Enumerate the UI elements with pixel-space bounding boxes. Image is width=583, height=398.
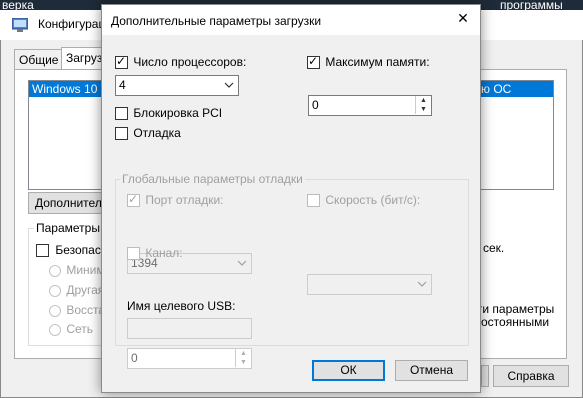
spin-down-icon[interactable]: ▼ bbox=[416, 105, 431, 114]
advanced-options-button[interactable]: Дополнитель bbox=[28, 192, 108, 214]
channel-value: 0 bbox=[131, 351, 138, 365]
num-processors-label: Число процессоров: bbox=[133, 55, 247, 69]
radio-alternate-circle[interactable] bbox=[49, 284, 61, 297]
safe-boot-label: Безопасн bbox=[55, 243, 108, 257]
boot-options-label: Параметры з bbox=[34, 221, 111, 235]
ok-button[interactable]: ОК bbox=[312, 360, 385, 381]
cancel-button[interactable]: Отмена bbox=[395, 360, 468, 381]
usb-target-input[interactable] bbox=[127, 318, 252, 339]
os-item-right-text: ю ОС bbox=[481, 82, 512, 96]
radio-network-label: Сеть bbox=[66, 322, 94, 336]
channel-label: Канал: bbox=[145, 246, 183, 260]
baud-rate-select[interactable] bbox=[307, 274, 432, 295]
global-debug-settings-label: Глобальные параметры отладки bbox=[120, 172, 305, 186]
channel-input[interactable]: 0 ▲ ▼ bbox=[127, 348, 252, 369]
radio-minimal-circle[interactable] bbox=[49, 264, 61, 277]
persistent-text-1: ги параметры bbox=[478, 302, 555, 316]
pci-lock-option[interactable]: Блокировка PCI bbox=[115, 106, 223, 121]
debug-port-label: Порт отладки: bbox=[145, 193, 224, 207]
radio-alternate-shell[interactable]: Другая bbox=[49, 283, 104, 297]
safe-boot-option[interactable]: Безопасн bbox=[36, 243, 108, 258]
dialog-title: Дополнительные параметры загрузки bbox=[111, 14, 322, 28]
radio-network[interactable]: Сеть bbox=[49, 322, 93, 336]
debug-label: Отладка bbox=[133, 126, 181, 140]
spin-up-icon[interactable]: ▲ bbox=[416, 96, 431, 105]
timeout-unit-text: сек. bbox=[483, 241, 505, 255]
debug-port-option[interactable]: Порт отладки: bbox=[127, 192, 224, 208]
tab-boot[interactable]: Загрузк bbox=[61, 47, 108, 69]
pci-lock-label: Блокировка PCI bbox=[133, 106, 223, 120]
radio-alternate-label: Другая bbox=[66, 283, 105, 297]
max-memory-value: 0 bbox=[312, 98, 319, 112]
tab-general[interactable]: Общие bbox=[14, 49, 64, 69]
channel-option[interactable]: Канал: bbox=[127, 246, 183, 261]
safe-boot-checkbox[interactable] bbox=[36, 244, 49, 258]
max-memory-option[interactable]: Максимум памяти: bbox=[307, 54, 430, 70]
baud-rate-option[interactable]: Скорость (бит/с): bbox=[307, 193, 421, 208]
debug-port-checkbox[interactable] bbox=[127, 192, 140, 208]
max-memory-checkbox[interactable] bbox=[307, 54, 320, 70]
num-processors-value: 4 bbox=[119, 78, 126, 92]
persistent-text-2: остоянными bbox=[481, 315, 550, 329]
msconfig-app-icon bbox=[11, 17, 29, 32]
num-processors-checkbox[interactable] bbox=[115, 54, 128, 70]
baud-rate-checkbox[interactable] bbox=[307, 194, 320, 208]
num-processors-select[interactable]: 4 bbox=[115, 75, 239, 96]
debug-checkbox[interactable] bbox=[115, 127, 128, 141]
chevron-down-icon bbox=[237, 254, 247, 280]
radio-repair-circle[interactable] bbox=[49, 304, 61, 317]
baud-rate-label: Скорость (бит/с): bbox=[325, 193, 421, 207]
spin-down-icon[interactable]: ▼ bbox=[236, 358, 251, 367]
close-icon[interactable]: ✕ bbox=[452, 11, 474, 31]
max-memory-label: Максимум памяти: bbox=[325, 55, 430, 69]
help-button[interactable]: Справка bbox=[493, 365, 569, 387]
apply-button-partial[interactable] bbox=[481, 365, 489, 387]
num-processors-option[interactable]: Число процессоров: bbox=[115, 54, 247, 70]
usb-target-label: Имя целевого USB: bbox=[127, 299, 236, 313]
channel-checkbox[interactable] bbox=[127, 247, 140, 261]
chevron-down-icon bbox=[417, 275, 427, 301]
spin-up-icon[interactable]: ▲ bbox=[236, 349, 251, 358]
radio-network-circle[interactable] bbox=[49, 323, 61, 336]
debug-option[interactable]: Отладка bbox=[115, 126, 181, 141]
max-memory-input[interactable]: 0 ▲ ▼ bbox=[308, 95, 432, 116]
pci-lock-checkbox[interactable] bbox=[115, 107, 128, 121]
chevron-down-icon bbox=[224, 76, 234, 102]
